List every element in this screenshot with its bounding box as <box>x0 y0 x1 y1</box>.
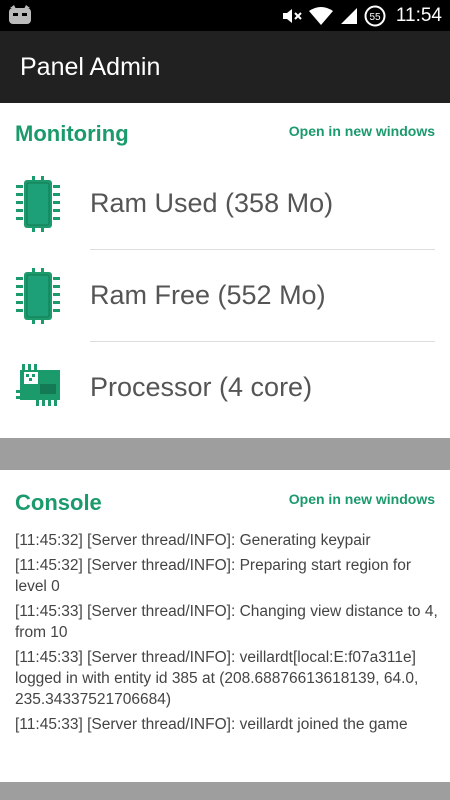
console-line: [11:45:33] [Server thread/INFO]: Changin… <box>15 603 438 641</box>
metric-processor: Processor (4 core) <box>0 342 450 434</box>
signal-icon <box>340 7 357 24</box>
console-line: [11:45:33] [Server thread/INFO]: veillar… <box>15 649 419 708</box>
wifi-icon <box>308 6 333 25</box>
memory-chip-icon <box>16 176 60 232</box>
bottom-gap <box>0 782 450 800</box>
mute-icon <box>282 8 302 23</box>
console-line: [11:45:33] [Server thread/INFO]: veillar… <box>15 716 408 733</box>
console-open-link[interactable]: Open in new windows <box>289 491 435 507</box>
monitoring-card: Monitoring Open in new windows Ram Used … <box>0 103 450 438</box>
console-line: [11:45:32] [Server thread/INFO]: Prepari… <box>15 557 412 595</box>
clock: 11:54 <box>395 4 442 26</box>
console-line: [11:45:32] [Server thread/INFO]: Generat… <box>15 532 371 549</box>
metric-label: Ram Free (552 Mo) <box>90 280 326 310</box>
app-bar: Panel Admin <box>0 31 450 103</box>
memory-chip-icon <box>16 268 60 324</box>
status-bar: 55 11:54 <box>0 0 450 31</box>
metric-label: Ram Used (358 Mo) <box>90 188 334 218</box>
console-card: Console Open in new windows [11:45:32] [… <box>0 470 450 782</box>
processor-icon <box>16 364 60 406</box>
metric-ram-used: Ram Used (358 Mo) <box>0 158 450 250</box>
monitoring-title: Monitoring <box>15 121 129 146</box>
app-title: Panel Admin <box>20 53 161 81</box>
section-gap <box>0 438 450 470</box>
svg-text:55: 55 <box>369 12 381 23</box>
metric-label: Processor (4 core) <box>90 372 313 402</box>
console-title: Console <box>15 490 102 515</box>
console-log: [11:45:32] [Server thread/INFO]: Generat… <box>15 530 440 739</box>
monitoring-open-link[interactable]: Open in new windows <box>289 123 435 139</box>
android-app-icon <box>9 5 31 24</box>
battery-icon: 55 <box>364 5 386 26</box>
metric-ram-free: Ram Free (552 Mo) <box>0 250 450 342</box>
